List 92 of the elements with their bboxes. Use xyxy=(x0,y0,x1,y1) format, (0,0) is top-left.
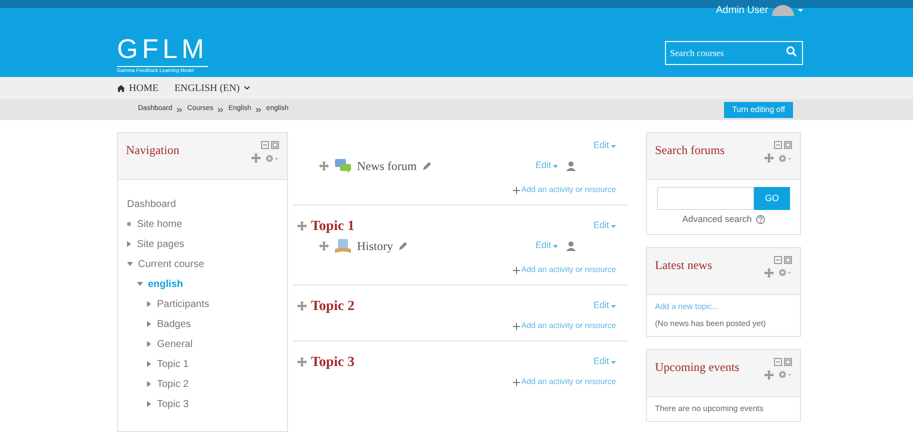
dock-icon[interactable] xyxy=(774,141,792,149)
dock-icon[interactable] xyxy=(774,256,792,264)
plus-icon xyxy=(513,266,520,274)
section-title: Topic 2 xyxy=(311,298,354,316)
dock-icon[interactable] xyxy=(774,358,792,366)
home-icon xyxy=(117,84,125,92)
chat-bubbles-icon xyxy=(335,159,351,173)
turn-editing-off-button[interactable]: Turn editing off xyxy=(724,102,793,118)
move-icon[interactable] xyxy=(297,357,307,367)
block-title: Search forums xyxy=(655,142,725,159)
nav-link[interactable]: Topic 3 xyxy=(157,396,189,412)
section-title: Topic 1 xyxy=(311,218,354,236)
nav-link[interactable]: Current course xyxy=(138,256,204,272)
book-icon xyxy=(335,238,351,254)
breadcrumb-separator-icon xyxy=(218,108,224,112)
settings-icon[interactable] xyxy=(778,370,792,379)
chevron-down-icon xyxy=(244,86,250,90)
collapsed-caret-icon[interactable] xyxy=(127,241,131,247)
caret-icon[interactable] xyxy=(611,224,616,228)
section-title: Topic 3 xyxy=(311,354,354,372)
add-topic-link[interactable]: Add a new topic... xyxy=(655,300,792,312)
activity-link[interactable]: News forum xyxy=(357,157,417,175)
nav-link[interactable]: Site home xyxy=(137,216,182,232)
plus-icon xyxy=(513,186,520,194)
settings-icon[interactable] xyxy=(265,154,279,162)
settings-icon[interactable] xyxy=(778,268,792,277)
bullet-icon xyxy=(127,222,131,226)
collapsed-caret-icon[interactable] xyxy=(147,381,151,387)
caret-icon[interactable] xyxy=(611,360,616,364)
pencil-icon[interactable] xyxy=(399,242,407,250)
person-icon[interactable] xyxy=(566,161,576,171)
caret-icon[interactable] xyxy=(611,144,616,148)
collapsed-caret-icon[interactable] xyxy=(147,401,151,407)
block-title: Navigation xyxy=(126,142,180,159)
edit-menu-link[interactable]: Edit xyxy=(535,239,558,253)
edit-menu-link[interactable]: Edit xyxy=(593,139,616,153)
move-icon[interactable] xyxy=(764,370,774,380)
move-icon[interactable] xyxy=(764,268,774,278)
search-icon[interactable] xyxy=(786,46,797,57)
block-title: Latest news xyxy=(655,256,712,274)
collapsed-caret-icon[interactable] xyxy=(147,321,151,327)
activity-link[interactable]: History xyxy=(357,237,393,255)
dock-icon[interactable] xyxy=(261,141,279,149)
move-icon[interactable] xyxy=(297,301,307,311)
collapsed-caret-icon[interactable] xyxy=(147,361,151,367)
move-icon[interactable] xyxy=(319,241,329,251)
expanded-caret-icon[interactable] xyxy=(137,282,143,286)
advanced-search-link[interactable]: Advanced search xyxy=(682,213,752,226)
move-icon[interactable] xyxy=(297,221,307,231)
caret-icon[interactable] xyxy=(611,304,616,308)
go-button[interactable]: GO xyxy=(754,187,790,210)
nav-link[interactable]: Participants xyxy=(157,296,210,312)
breadcrumb-separator-icon xyxy=(256,108,262,112)
nav-link[interactable]: Site pages xyxy=(137,236,184,252)
edit-menu-link[interactable]: Edit xyxy=(535,159,558,173)
nav-link[interactable]: Topic 2 xyxy=(157,376,189,392)
search-courses-field[interactable]: Search courses xyxy=(665,40,803,65)
search-forums-field[interactable] xyxy=(657,187,754,210)
nav-link[interactable]: english xyxy=(148,276,184,292)
collapsed-caret-icon[interactable] xyxy=(147,341,151,347)
pencil-icon[interactable] xyxy=(422,162,431,170)
move-icon[interactable] xyxy=(251,153,261,163)
add-activity-link[interactable]: Add an activity or resource xyxy=(521,320,616,332)
caret-icon[interactable] xyxy=(553,164,558,168)
add-activity-link[interactable]: Add an activity or resource xyxy=(521,376,616,388)
edit-menu-link[interactable]: Edit xyxy=(593,219,616,233)
edit-menu-link[interactable]: Edit xyxy=(593,299,616,313)
move-icon[interactable] xyxy=(319,161,329,171)
block-title: Upcoming events xyxy=(655,358,740,376)
add-activity-link[interactable]: Add an activity or resource xyxy=(521,264,616,276)
logo[interactable]: GFLM xyxy=(117,36,208,63)
person-icon[interactable] xyxy=(566,241,576,251)
plus-icon xyxy=(513,322,520,330)
nav-link[interactable]: Topic 1 xyxy=(157,356,189,372)
plus-icon xyxy=(513,378,520,386)
news-message: (No news has been posted yet) xyxy=(655,318,767,330)
add-activity-link[interactable]: Add an activity or resource xyxy=(521,184,616,196)
settings-icon[interactable] xyxy=(778,154,792,162)
caret-icon[interactable] xyxy=(553,244,558,248)
user-name[interactable]: Admin User xyxy=(716,3,768,18)
nav-link[interactable]: Dashboard xyxy=(127,196,176,212)
breadcrumb-separator-icon xyxy=(177,108,182,112)
expanded-caret-icon[interactable] xyxy=(127,262,133,266)
collapsed-caret-icon[interactable] xyxy=(147,301,151,307)
language-menu[interactable]: ENGLISH (EN) xyxy=(174,80,250,96)
edit-menu-link[interactable]: Edit xyxy=(593,355,616,369)
nav-link[interactable]: Badges xyxy=(157,316,191,332)
home-link[interactable]: HOME xyxy=(117,80,158,96)
move-icon[interactable] xyxy=(764,153,774,163)
help-icon[interactable] xyxy=(756,215,765,224)
events-message: There are no upcoming events xyxy=(655,402,765,414)
nav-link[interactable]: General xyxy=(157,336,193,352)
